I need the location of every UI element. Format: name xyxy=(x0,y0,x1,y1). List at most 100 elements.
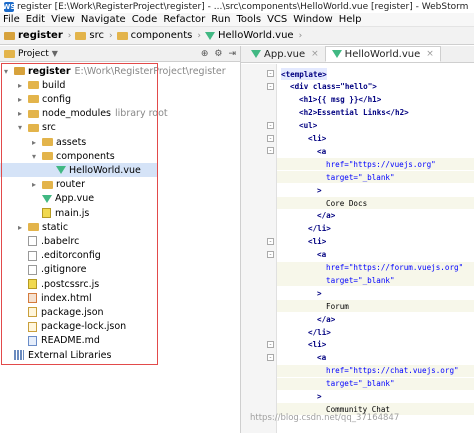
fold-icon[interactable]: - xyxy=(267,134,274,142)
code-editor[interactable]: <template> <div class="hello"> <h1>{{ msg … xyxy=(277,64,474,433)
tree-item-src[interactable]: ▾ src xyxy=(18,121,56,135)
watermark: https://blog.csdn.net/qq_37164847 xyxy=(250,413,400,423)
chevron-right-icon[interactable]: ▸ xyxy=(18,81,28,90)
tree-item-editorconfig[interactable]: .editorconfig xyxy=(18,249,101,263)
breadcrumb-src[interactable]: src › xyxy=(75,30,113,41)
menu-item-refactor[interactable]: Refactor xyxy=(160,14,208,25)
menu-item-window[interactable]: Window xyxy=(290,14,335,25)
tree-item-readme-md[interactable]: README.md xyxy=(18,334,100,348)
tree-item-assets[interactable]: ▸ assets xyxy=(32,135,86,149)
tree-item-node-modules[interactable]: ▸ node_modules library root xyxy=(18,107,168,121)
chevron-down-icon[interactable]: ▾ xyxy=(32,152,42,161)
tree-item-package-lock-json[interactable]: package-lock.json xyxy=(18,320,126,334)
menu-item-vcs[interactable]: VCS xyxy=(264,14,290,25)
code-line: </a> xyxy=(317,314,336,324)
hide-icon[interactable]: ⇥ xyxy=(228,49,236,59)
chevron-down-icon[interactable]: ▼ xyxy=(52,49,58,58)
breadcrumb-components[interactable]: components › xyxy=(116,30,201,41)
tree-item-postcssrc-js[interactable]: .postcssrc.js xyxy=(18,277,99,291)
tree-item-app-vue[interactable]: App.vue xyxy=(32,192,94,206)
fold-icon[interactable]: - xyxy=(267,82,274,90)
fold-icon[interactable]: - xyxy=(267,70,274,77)
tree-item-config[interactable]: ▸ config xyxy=(18,92,71,106)
close-icon[interactable]: × xyxy=(311,49,319,59)
tree-item-static[interactable]: ▸ static xyxy=(18,220,68,234)
js-file-icon xyxy=(28,279,37,289)
code-line-highlight xyxy=(277,300,474,313)
code-line: <h2>Essential Links</h2> xyxy=(299,108,409,118)
tree-item-gitignore[interactable]: .gitignore xyxy=(18,263,86,277)
fold-icon[interactable]: - xyxy=(267,340,274,348)
code-line: <div class="hello"> xyxy=(290,82,377,92)
tree-item-label: router xyxy=(56,179,86,191)
fold-icon[interactable]: - xyxy=(267,250,274,258)
code-line: > xyxy=(317,288,322,298)
code-line: <ul> xyxy=(299,121,318,131)
menu-item-view[interactable]: View xyxy=(48,14,78,25)
menu-item-run[interactable]: Run xyxy=(208,14,233,25)
fold-icon[interactable]: - xyxy=(267,147,274,155)
tree-item-label: static xyxy=(42,221,69,233)
tab-helloworld-vue[interactable]: HelloWorld.vue × xyxy=(324,46,441,62)
tree-item-label: package.json xyxy=(41,306,104,318)
code-line: href="https://forum.vuejs.org" xyxy=(326,263,464,272)
project-panel-title[interactable]: Project xyxy=(18,49,49,59)
menu-item-help[interactable]: Help xyxy=(336,14,365,25)
chevron-right-icon[interactable]: ▸ xyxy=(32,180,42,189)
code-line: > xyxy=(317,392,322,401)
code-line: Core Docs xyxy=(326,198,368,208)
chevron-right-icon[interactable]: ▸ xyxy=(18,223,28,232)
tree-item-label: index.html xyxy=(41,292,92,304)
breadcrumb-helloworld[interactable]: HelloWorld.vue › xyxy=(204,30,302,41)
tree-item-babelrc[interactable]: .babelrc xyxy=(18,234,79,248)
fold-icon[interactable]: - xyxy=(267,121,274,129)
menu-item-navigate[interactable]: Navigate xyxy=(78,14,129,25)
tree-item-main-js[interactable]: main.js xyxy=(32,206,89,220)
tree-item-build[interactable]: ▸ build xyxy=(18,78,65,92)
tree-item-label: .postcssrc.js xyxy=(41,278,100,290)
tree-item-package-json[interactable]: package.json xyxy=(18,305,104,319)
file-file-icon xyxy=(28,250,37,261)
tree-item-extra: E:\Work\RegisterProject\register xyxy=(74,65,226,77)
chevron-down-icon[interactable]: ▾ xyxy=(18,123,28,132)
tree-item-label: App.vue xyxy=(55,193,95,205)
tree-item-external-libraries[interactable]: External Libraries xyxy=(4,348,111,362)
tab-app-vue[interactable]: App.vue × xyxy=(245,46,325,62)
vue-file-icon xyxy=(331,50,342,58)
vue-file-icon xyxy=(204,31,215,40)
folder-icon xyxy=(28,223,39,232)
code-line: <h1>{{ msg }}</h1> xyxy=(299,95,382,105)
code-line: </li> xyxy=(308,224,331,234)
fold-icon[interactable]: - xyxy=(267,237,274,245)
folder-icon xyxy=(28,81,39,90)
tree-item-label: src xyxy=(42,122,56,134)
sync-icon[interactable]: ⊕ xyxy=(201,49,209,59)
chevron-right-icon[interactable]: ▸ xyxy=(18,95,28,104)
fold-icon[interactable]: - xyxy=(267,353,274,361)
folder-icon xyxy=(116,31,128,40)
chevron-down-icon[interactable]: ▾ xyxy=(4,67,14,76)
library-icon xyxy=(14,350,24,360)
file-file-icon xyxy=(28,264,37,275)
tree-item-label: main.js xyxy=(55,207,90,219)
menu-item-edit[interactable]: Edit xyxy=(23,14,48,25)
folder-icon xyxy=(14,67,25,75)
breadcrumb-register[interactable]: register › xyxy=(4,30,71,41)
chevron-right-icon[interactable]: ▸ xyxy=(18,109,28,118)
tree-item-components[interactable]: ▾ components xyxy=(32,149,115,163)
js-file-icon xyxy=(42,208,51,218)
close-icon[interactable]: × xyxy=(426,49,434,59)
tree-item-register[interactable]: ▾ register E:\Work\RegisterProject\registe… xyxy=(4,64,226,78)
json-file-icon xyxy=(28,307,37,318)
tree-item-label: README.md xyxy=(41,335,100,347)
menu-item-file[interactable]: File xyxy=(0,14,23,25)
tree-item-index-html[interactable]: index.html xyxy=(18,291,92,305)
code-line: > xyxy=(317,185,322,195)
settings-gear-icon[interactable]: ⚙ xyxy=(214,49,222,59)
menu-item-tools[interactable]: Tools xyxy=(233,14,264,25)
chevron-right-icon[interactable]: ▸ xyxy=(32,138,42,147)
folder-icon xyxy=(4,31,15,40)
tree-item-router[interactable]: ▸ router xyxy=(32,178,85,192)
tree-item-helloworld-vue[interactable]: HelloWorld.vue xyxy=(0,163,157,178)
menu-item-code[interactable]: Code xyxy=(129,14,161,25)
